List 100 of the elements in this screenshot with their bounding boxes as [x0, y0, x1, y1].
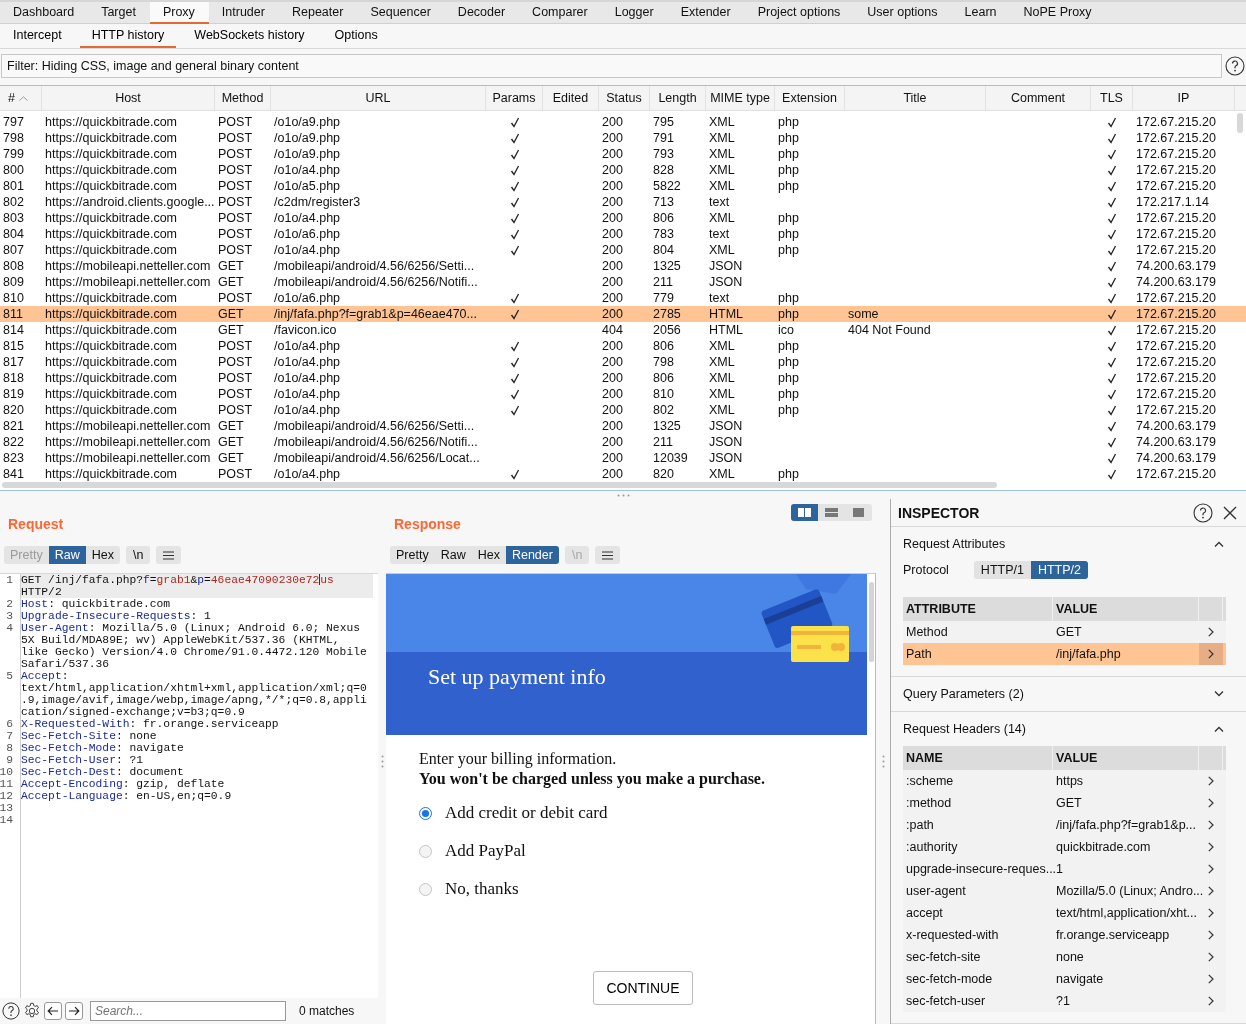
column-header[interactable]: IP [1133, 86, 1235, 110]
nav-tab[interactable]: Target [88, 2, 150, 24]
column-header[interactable]: TLS [1091, 86, 1133, 110]
column-header[interactable]: Comment [986, 86, 1091, 110]
column-header[interactable]: Params [486, 86, 543, 110]
sub-tab[interactable]: Intercept [1, 24, 74, 48]
chevron-right-icon[interactable] [1208, 952, 1214, 962]
settings-icon[interactable] [23, 1002, 41, 1020]
radio-button[interactable] [419, 882, 432, 896]
table-row[interactable]: upgrade-insecure-reques...1 [903, 858, 1226, 880]
chevron-up-icon[interactable] [1214, 541, 1224, 547]
table-row[interactable]: 804 https://quickbitrade.com POST /o1o/a6.php 200 783 text php 172.67.215.20 [0, 226, 1246, 242]
table-row[interactable]: Method GET [903, 621, 1226, 643]
sub-tab[interactable]: HTTP history [79, 24, 177, 48]
nav-tab[interactable]: Decoder [444, 2, 520, 24]
scrollbar[interactable] [1237, 113, 1243, 133]
nav-tab[interactable]: Logger [601, 2, 668, 24]
scrollbar[interactable] [2, 482, 997, 488]
column-header[interactable]: MIME type [706, 86, 775, 110]
table-row[interactable]: sec-fetch-site none [903, 946, 1226, 968]
layout-button[interactable] [791, 504, 818, 521]
nav-tab[interactable]: Sequencer [357, 2, 445, 24]
table-row[interactable]: 801 https://quickbitrade.com POST /o1o/a5.php 200 5822 XML php 172.67.215.20 [0, 178, 1246, 194]
table-row[interactable]: accept text/html,application/xht... [903, 902, 1226, 924]
table-row[interactable]: 818 https://quickbitrade.com POST /o1o/a4.php 200 806 XML php 172.67.215.20 [0, 370, 1246, 386]
protocol-option[interactable]: HTTP/1 [973, 561, 1031, 579]
column-header[interactable]: Status [599, 86, 650, 110]
next-button[interactable] [65, 1002, 83, 1020]
chevron-right-icon[interactable] [1208, 996, 1214, 1006]
chevron-right-icon[interactable] [1208, 798, 1214, 808]
table-row[interactable]: 798 https://quickbitrade.com POST /o1o/a9.php 200 791 XML php 172.67.215.20 [0, 130, 1246, 146]
splitter-handle[interactable] [616, 493, 630, 497]
table-row[interactable]: 811 https://quickbitrade.com GET /inj/fafa.php?f=grab1&p=46eae470... 200 2785 HTML php some 172.67.215.20 [0, 306, 1246, 322]
table-row[interactable]: 797 https://quickbitrade.com POST /o1o/a9.php 200 795 XML php 172.67.215.20 [0, 114, 1246, 130]
nav-tab[interactable]: Project options [744, 2, 855, 24]
table-row[interactable]: :scheme https [903, 770, 1226, 792]
table-row[interactable]: sec-fetch-user ?1 [903, 990, 1226, 1012]
help-icon[interactable] [1225, 55, 1245, 76]
table-row[interactable]: 808 https://mobileapi.netteller.com GET /mobileapi/android/4.56/6256/Setti... 200 1325 JSON 74.200.63.179 [0, 258, 1246, 274]
column-header[interactable]: Title [845, 86, 986, 110]
search-field[interactable]: Search... [90, 1001, 286, 1021]
chevron-right-icon[interactable] [1208, 627, 1214, 637]
splitter-handle[interactable] [881, 755, 885, 768]
view-tab[interactable]: Raw [434, 546, 472, 564]
nav-tab[interactable]: Intruder [208, 2, 279, 24]
table-row[interactable]: 821 https://mobileapi.netteller.com GET /mobileapi/android/4.56/6256/Setti... 200 1325 JSON 74.200.63.179 [0, 418, 1246, 434]
splitter-handle[interactable] [380, 755, 384, 768]
table-row[interactable]: 820 https://quickbitrade.com POST /o1o/a4.php 200 802 XML php 172.67.215.20 [0, 402, 1246, 418]
chevron-right-icon[interactable] [1208, 649, 1214, 659]
menu-button[interactable] [595, 546, 621, 564]
table-row[interactable]: 817 https://quickbitrade.com POST /o1o/a4.php 200 798 XML php 172.67.215.20 [0, 354, 1246, 370]
column-header[interactable]: Length [650, 86, 706, 110]
table-row[interactable]: :method GET [903, 792, 1226, 814]
view-tab[interactable]: Hex [471, 546, 506, 564]
table-row[interactable]: user-agent Mozilla/5.0 (Linux; Andro... [903, 880, 1226, 902]
chevron-right-icon[interactable] [1208, 930, 1214, 940]
chevron-right-icon[interactable] [1208, 776, 1214, 786]
newline-button[interactable]: \n [125, 546, 151, 564]
table-row[interactable]: 807 https://quickbitrade.com POST /o1o/a4.php 200 804 XML php 172.67.215.20 [0, 242, 1246, 258]
view-tab[interactable]: Render [505, 546, 559, 564]
protocol-option[interactable]: HTTP/2 [1030, 561, 1088, 579]
nav-tab[interactable]: NoPE Proxy [1010, 2, 1106, 24]
chevron-right-icon[interactable] [1208, 820, 1214, 830]
continue-button[interactable]: CONTINUE [593, 971, 693, 1005]
table-row[interactable]: 819 https://quickbitrade.com POST /o1o/a4.php 200 810 XML php 172.67.215.20 [0, 386, 1246, 402]
table-row[interactable]: Path /inj/fafa.php [903, 643, 1226, 665]
column-header[interactable]: Host [42, 86, 215, 110]
chevron-right-icon[interactable] [1208, 974, 1214, 984]
table-row[interactable]: 815 https://quickbitrade.com POST /o1o/a4.php 200 806 XML php 172.67.215.20 [0, 338, 1246, 354]
column-header[interactable]: Edited [543, 86, 599, 110]
table-row[interactable]: 841 https://quickbitrade.com POST /o1o/a4.php 200 820 XML php 172.67.215.20 [0, 466, 1246, 482]
help-icon[interactable] [2, 1002, 20, 1020]
view-tab[interactable]: Hex [85, 546, 120, 564]
chevron-up-icon[interactable] [1214, 726, 1224, 732]
chevron-right-icon[interactable] [1208, 886, 1214, 896]
table-row[interactable]: 800 https://quickbitrade.com POST /o1o/a4.php 200 828 XML php 172.67.215.20 [0, 162, 1246, 178]
nav-tab[interactable]: Dashboard [0, 2, 89, 24]
table-row[interactable]: 799 https://quickbitrade.com POST /o1o/a9.php 200 793 XML php 172.67.215.20 [0, 146, 1246, 162]
radio-button[interactable] [419, 844, 432, 858]
table-row[interactable]: 809 https://mobileapi.netteller.com GET /mobileapi/android/4.56/6256/Notifi... 200 211 JSON 74.200.63.179 [0, 274, 1246, 290]
table-row[interactable]: 803 https://quickbitrade.com POST /o1o/a4.php 200 806 XML php 172.67.215.20 [0, 210, 1246, 226]
table-row[interactable]: sec-fetch-mode navigate [903, 968, 1226, 990]
sub-tab[interactable]: WebSockets history [182, 24, 317, 48]
chevron-right-icon[interactable] [1208, 842, 1214, 852]
table-row[interactable]: x-requested-with fr.orange.serviceapp [903, 924, 1226, 946]
chevron-down-icon[interactable] [1214, 691, 1224, 697]
nav-tab[interactable]: Learn [951, 2, 1011, 24]
nav-tab[interactable]: Extender [667, 2, 745, 24]
column-header[interactable]: Extension [775, 86, 845, 110]
menu-button[interactable] [156, 546, 182, 564]
table-row[interactable]: 814 https://quickbitrade.com GET /favicon.ico 404 2056 HTML ico 404 Not Found 172.67.215.20 [0, 322, 1246, 338]
nav-tab[interactable]: Proxy [149, 2, 209, 24]
table-row[interactable]: 822 https://mobileapi.netteller.com GET /mobileapi/android/4.56/6256/Notifi... 200 211 JSON 74.200.63.179 [0, 434, 1246, 450]
scrollbar[interactable] [868, 582, 874, 662]
view-tab[interactable]: Raw [48, 546, 86, 564]
view-tab[interactable]: Pretty [390, 546, 435, 564]
radio-button[interactable] [419, 806, 432, 820]
nav-tab[interactable]: User options [854, 2, 952, 24]
column-header[interactable]: Method [215, 86, 271, 110]
table-row[interactable]: 810 https://quickbitrade.com POST /o1o/a6.php 200 779 text php 172.67.215.20 [0, 290, 1246, 306]
